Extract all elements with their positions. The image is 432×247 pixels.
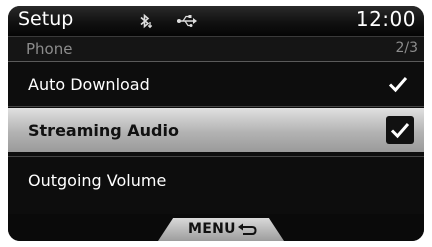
menu-item-label: Outgoing Volume <box>28 171 167 190</box>
menu-item-label: Auto Download <box>28 75 150 94</box>
divider <box>8 106 424 107</box>
divider <box>8 156 424 157</box>
menu-item-auto-download[interactable]: Auto Download <box>8 62 424 106</box>
screen-title: Setup <box>18 8 74 30</box>
return-arrow-icon <box>238 223 257 235</box>
menu-item-outgoing-volume[interactable]: Outgoing Volume <box>8 158 424 202</box>
setup-screen: Setup 12:00 Phone 2/3 Auto Download Stre… <box>8 6 424 241</box>
usb-icon <box>177 15 197 27</box>
checkmark-icon <box>390 123 410 139</box>
page-indicator: 2/3 <box>395 40 418 56</box>
menu-return-button[interactable]: MENU <box>158 218 284 241</box>
status-bar: Setup 12:00 <box>8 6 424 37</box>
bluetooth-icon <box>140 13 153 29</box>
clock: 12:00 <box>355 7 416 31</box>
menu-item-streaming-audio[interactable]: Streaming Audio <box>8 108 424 152</box>
section-header: Phone 2/3 <box>8 37 424 62</box>
menu-button-label: MENU <box>188 221 236 237</box>
checkbox[interactable] <box>386 116 414 144</box>
section-title: Phone <box>26 40 73 58</box>
menu-item-label: Streaming Audio <box>28 121 179 140</box>
checkmark-icon <box>388 77 408 93</box>
